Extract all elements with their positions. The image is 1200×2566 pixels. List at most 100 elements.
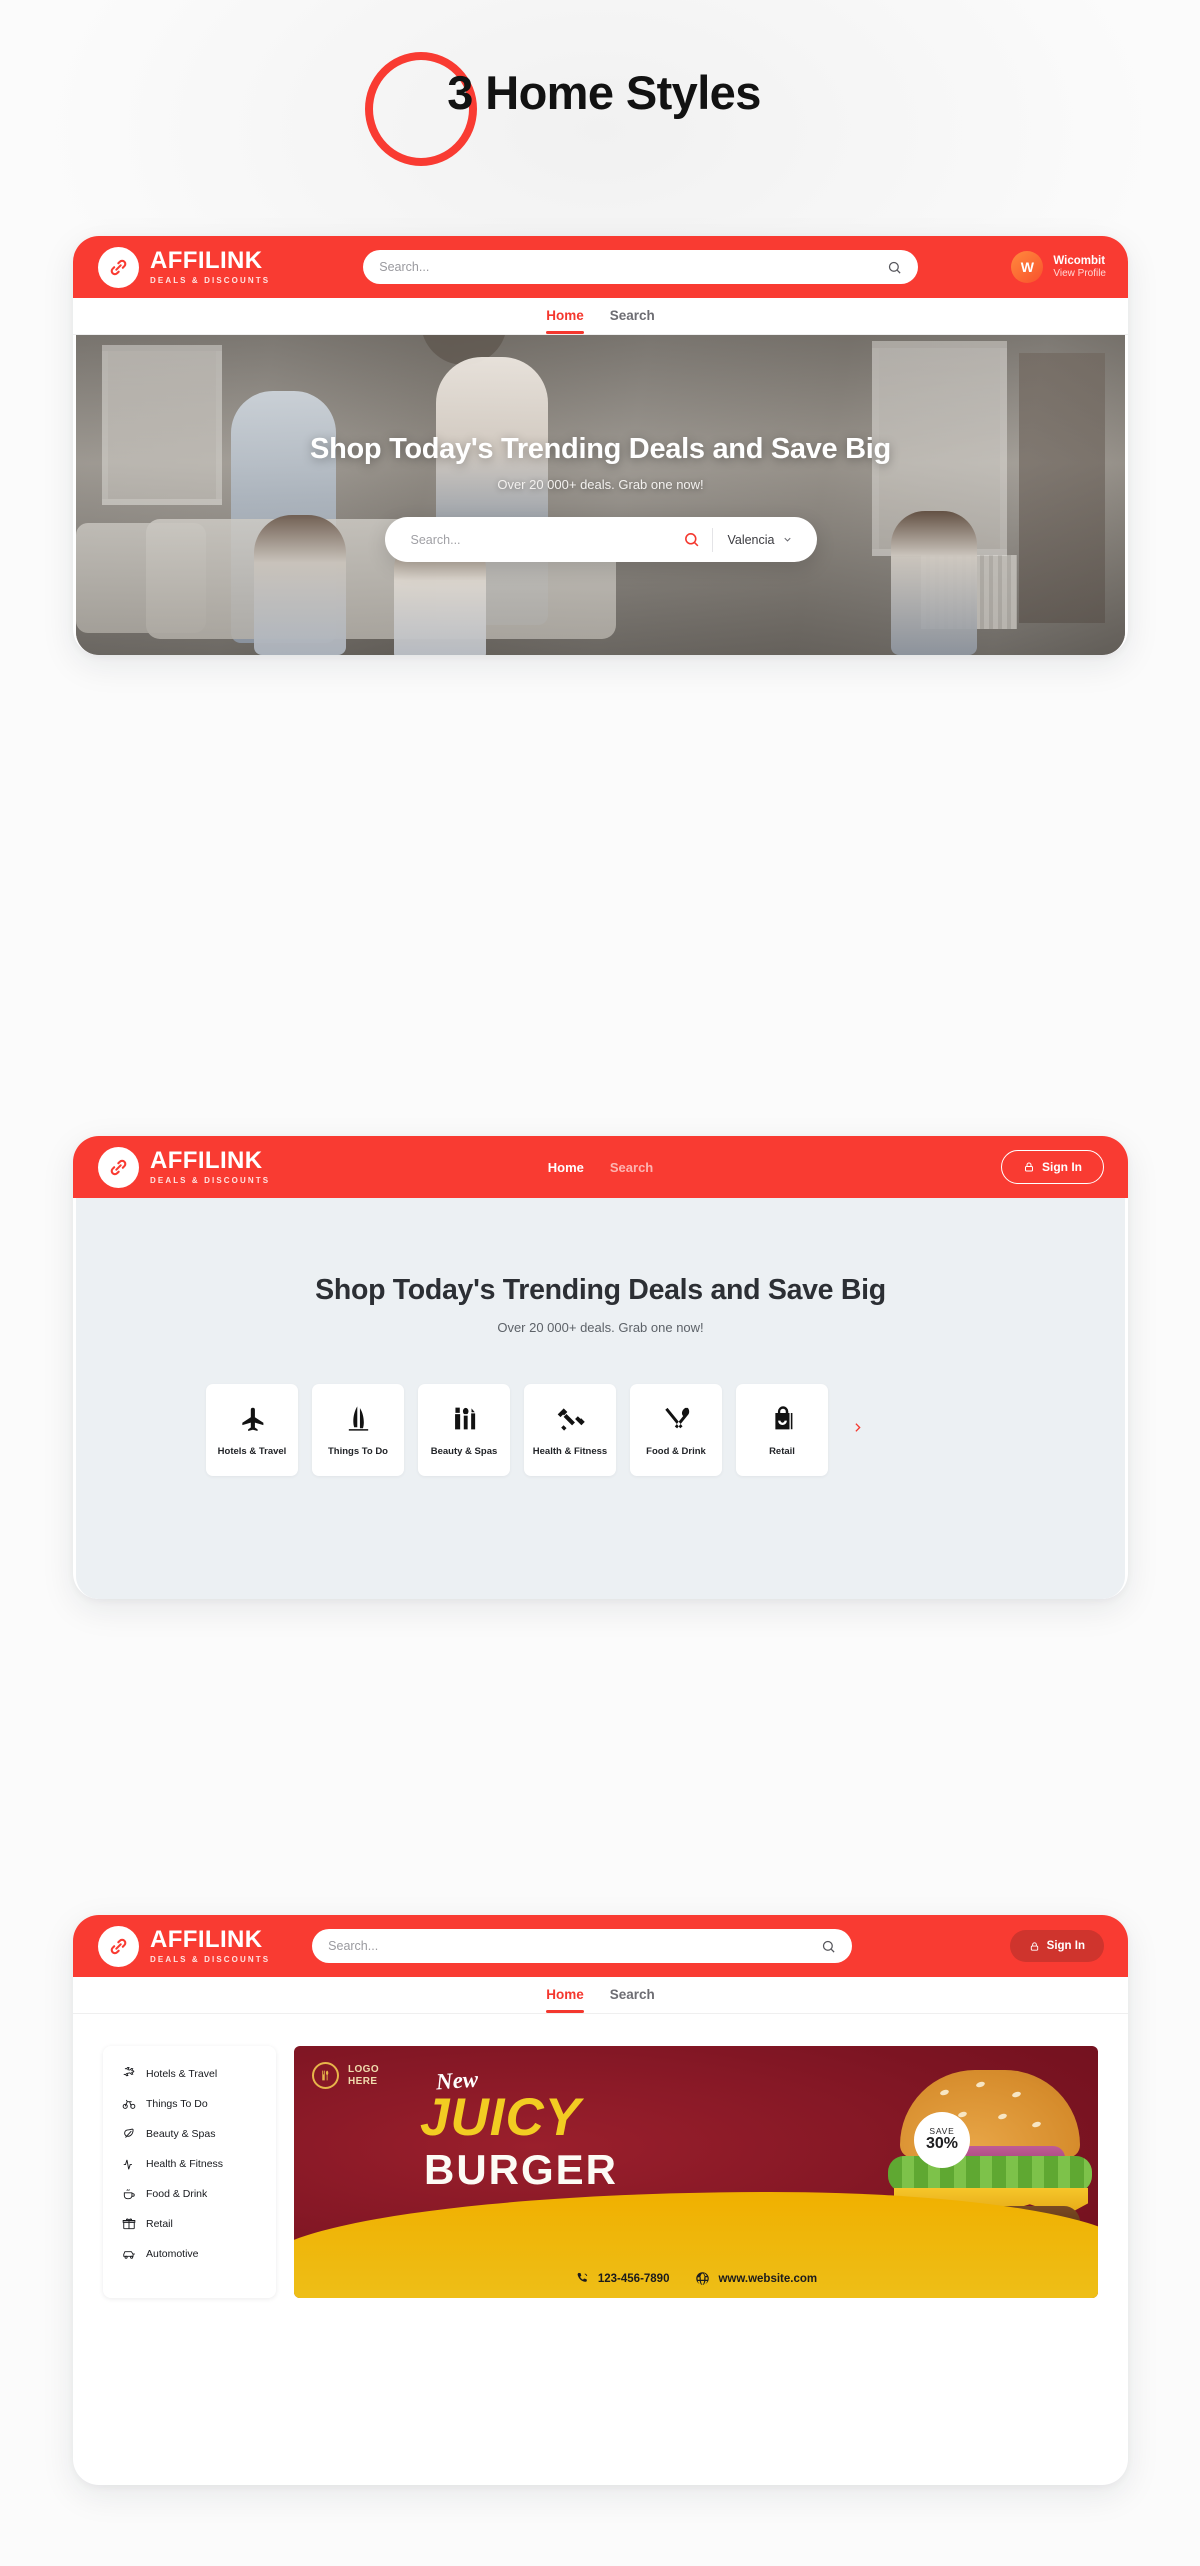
lipstick-brush-icon xyxy=(454,1407,475,1429)
tab-home[interactable]: Home xyxy=(546,1987,584,2013)
card2-nav: Home Search xyxy=(548,1160,654,1175)
sign-in-label: Sign In xyxy=(1042,1160,1082,1174)
link-chain-icon xyxy=(98,1925,139,1967)
category-label: Retail xyxy=(769,1445,795,1457)
sign-in-button[interactable]: Sign In xyxy=(1001,1150,1104,1184)
shopping-bag-icon xyxy=(774,1405,792,1429)
pulse-icon xyxy=(123,2159,132,2170)
promo-logo: LOGO HERE xyxy=(312,2062,379,2089)
brand-logo[interactable]: AFFILINK DEALS & DISCOUNTS xyxy=(98,1925,271,1967)
category-retail[interactable]: Retail xyxy=(736,1384,828,1476)
brand-logo[interactable]: AFFILINK DEALS & DISCOUNTS xyxy=(98,246,271,288)
globe-icon xyxy=(696,2272,710,2285)
brand-name: AFFILINK xyxy=(150,247,263,274)
card2-heading: Shop Today's Trending Deals and Save Big xyxy=(315,1274,886,1306)
dumbbell-icon xyxy=(557,1407,585,1431)
sidebar-item-food-drink[interactable]: Food & Drink xyxy=(103,2179,276,2209)
home-style-3-card: AFFILINK DEALS & DISCOUNTS Search... Sig… xyxy=(73,1915,1128,2485)
category-things-to-do[interactable]: Things To Do xyxy=(312,1384,404,1476)
sidebar-item-label: Retail xyxy=(146,2218,173,2230)
fork-knife-icon xyxy=(664,1407,689,1428)
location-name: Valencia xyxy=(727,532,775,547)
category-label: Health & Fitness xyxy=(532,1445,608,1457)
view-profile-link[interactable]: View Profile xyxy=(1053,268,1106,281)
home-style-2-card: AFFILINK DEALS & DISCOUNTS Home Search S… xyxy=(73,1136,1128,1599)
sidebar-item-things-to-do[interactable]: Things To Do xyxy=(103,2089,276,2119)
lock-icon xyxy=(1030,1941,1038,1951)
card2-subheading: Over 20 000+ deals. Grab one now! xyxy=(497,1320,704,1335)
sidebar-item-retail[interactable]: Retail xyxy=(103,2209,276,2239)
hero-search-placeholder: Search... xyxy=(410,532,461,547)
brand-tagline: DEALS & DISCOUNTS xyxy=(150,1955,271,1964)
carousel-next-button[interactable] xyxy=(851,1421,864,1439)
profile-name: Wicombit xyxy=(1053,254,1106,267)
search-placeholder: Search... xyxy=(379,260,430,274)
tab-home[interactable]: Home xyxy=(546,308,584,334)
tab-search[interactable]: Search xyxy=(610,1987,655,2013)
promo-banner[interactable]: LOGO HERE New JUICY BURGER SAVE 30% 123-… xyxy=(294,2046,1098,2298)
category-label: Food & Drink xyxy=(646,1445,706,1457)
airplane-icon xyxy=(241,1407,263,1431)
nav-item-home[interactable]: Home xyxy=(548,1160,584,1175)
hero-search-bar[interactable]: Search... Valencia xyxy=(384,517,817,562)
promo-logo-line1: LOGO xyxy=(348,2064,380,2075)
sidebar-item-label: Health & Fitness xyxy=(146,2158,224,2170)
landmark-icon xyxy=(348,1405,368,1431)
sign-in-button[interactable]: Sign In xyxy=(1009,1930,1104,1962)
category-label: Things To Do xyxy=(328,1445,388,1457)
sidebar-item-label: Beauty & Spas xyxy=(146,2128,216,2140)
category-beauty-spas[interactable]: Beauty & Spas xyxy=(418,1384,510,1476)
hero-heading: Shop Today's Trending Deals and Save Big xyxy=(310,433,891,465)
brand-tagline: DEALS & DISCOUNTS xyxy=(150,276,271,285)
bicycle-icon xyxy=(122,2099,136,2109)
category-label: Hotels & Travel xyxy=(217,1445,287,1457)
category-sidebar: Hotels & Travel Things To Do Beauty & Sp… xyxy=(103,2046,276,2298)
card1-tabs: Home Search xyxy=(73,298,1128,335)
promo-word-juicy: JUICY xyxy=(420,2088,582,2147)
brand-name: AFFILINK xyxy=(150,1926,263,1953)
category-food-drink[interactable]: Food & Drink xyxy=(630,1384,722,1476)
card3-body: Hotels & Travel Things To Do Beauty & Sp… xyxy=(73,2014,1128,2298)
chevron-right-icon xyxy=(855,1423,861,1432)
sidebar-item-health-fitness[interactable]: Health & Fitness xyxy=(103,2149,276,2179)
leaf-icon xyxy=(124,2128,134,2138)
sidebar-item-label: Food & Drink xyxy=(146,2188,208,2200)
brand-logo[interactable]: AFFILINK DEALS & DISCOUNTS xyxy=(98,1146,271,1188)
hero-banner: Shop Today's Trending Deals and Save Big… xyxy=(76,335,1125,655)
card2-topbar: AFFILINK DEALS & DISCOUNTS Home Search S… xyxy=(73,1136,1128,1198)
card3-topbar: AFFILINK DEALS & DISCOUNTS Search... Sig… xyxy=(73,1915,1128,1977)
promo-phone: 123-456-7890 xyxy=(575,2271,670,2286)
search-icon xyxy=(823,1940,835,1953)
category-hotels-travel[interactable]: Hotels & Travel xyxy=(206,1384,298,1476)
tab-search[interactable]: Search xyxy=(610,308,655,334)
category-carousel: Hotels & Travel Things To Do Beauty & Sp… xyxy=(76,1384,1125,1476)
airplane-icon xyxy=(123,2067,135,2077)
divider xyxy=(712,527,714,552)
search-icon[interactable] xyxy=(683,531,700,548)
user-profile[interactable]: W Wicombit View Profile xyxy=(1011,251,1106,283)
phone-icon xyxy=(577,2272,588,2282)
search-icon xyxy=(889,261,901,274)
category-health-fitness[interactable]: Health & Fitness xyxy=(524,1384,616,1476)
save-badge: SAVE 30% xyxy=(914,2112,970,2168)
card3-tabs: Home Search xyxy=(73,1977,1128,2014)
card3-search-input[interactable]: Search... xyxy=(312,1929,853,1963)
page-title-section: 3 Home Styles xyxy=(0,0,1200,185)
sidebar-item-automotive[interactable]: Automotive xyxy=(103,2239,276,2269)
lock-icon xyxy=(1025,1162,1033,1172)
card2-body: Shop Today's Trending Deals and Save Big… xyxy=(76,1198,1125,1599)
promo-phone-number: 123-456-7890 xyxy=(597,2272,670,2285)
home-style-1-card: AFFILINK DEALS & DISCOUNTS Search... W W… xyxy=(73,236,1128,655)
link-chain-icon xyxy=(98,1146,139,1188)
sidebar-item-beauty-spas[interactable]: Beauty & Spas xyxy=(103,2119,276,2149)
brand-tagline: DEALS & DISCOUNTS xyxy=(150,1176,271,1185)
location-selector[interactable]: Valencia xyxy=(727,533,810,547)
nav-item-search[interactable]: Search xyxy=(610,1160,653,1175)
sidebar-item-label: Things To Do xyxy=(146,2098,208,2110)
sign-in-label: Sign In xyxy=(1046,1940,1085,1952)
sidebar-item-hotels-travel[interactable]: Hotels & Travel xyxy=(103,2059,276,2089)
card1-topbar: AFFILINK DEALS & DISCOUNTS Search... W W… xyxy=(73,236,1128,298)
link-chain-icon xyxy=(98,246,139,288)
brand-name: AFFILINK xyxy=(150,1147,263,1174)
card1-search-input[interactable]: Search... xyxy=(363,250,919,284)
